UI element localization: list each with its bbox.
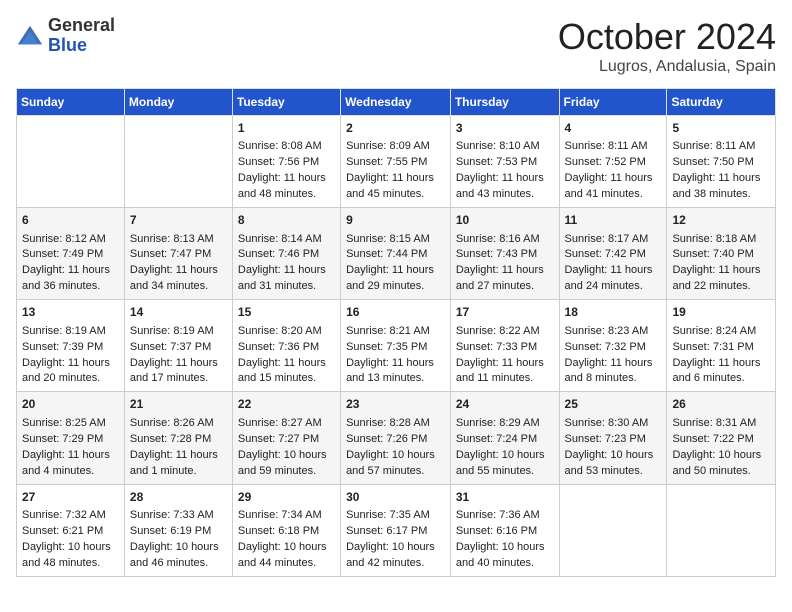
day-number: 28 (130, 489, 227, 506)
header-thursday: Thursday (450, 89, 559, 116)
header-sunday: Sunday (17, 89, 125, 116)
day-number: 21 (130, 396, 227, 413)
day-number: 11 (565, 212, 662, 229)
logo-icon (16, 22, 44, 50)
calendar-cell: 19Sunrise: 8:24 AMSunset: 7:31 PMDayligh… (667, 300, 776, 392)
calendar-cell: 6Sunrise: 8:12 AMSunset: 7:49 PMDaylight… (17, 208, 125, 300)
header-wednesday: Wednesday (341, 89, 451, 116)
day-number: 26 (672, 396, 770, 413)
calendar-cell: 10Sunrise: 8:16 AMSunset: 7:43 PMDayligh… (450, 208, 559, 300)
day-number: 19 (672, 304, 770, 321)
page-header: General Blue October 2024 Lugros, Andalu… (16, 16, 776, 76)
header-row: Sunday Monday Tuesday Wednesday Thursday… (17, 89, 776, 116)
day-number: 2 (346, 120, 445, 137)
day-number: 15 (238, 304, 335, 321)
calendar-cell: 8Sunrise: 8:14 AMSunset: 7:46 PMDaylight… (232, 208, 340, 300)
calendar-cell: 7Sunrise: 8:13 AMSunset: 7:47 PMDaylight… (124, 208, 232, 300)
day-number: 9 (346, 212, 445, 229)
title-block: October 2024 Lugros, Andalusia, Spain (558, 16, 776, 76)
calendar-cell: 1Sunrise: 8:08 AMSunset: 7:56 PMDaylight… (232, 116, 340, 208)
day-number: 3 (456, 120, 554, 137)
day-number: 6 (22, 212, 119, 229)
day-number: 4 (565, 120, 662, 137)
day-number: 18 (565, 304, 662, 321)
calendar-cell: 18Sunrise: 8:23 AMSunset: 7:32 PMDayligh… (559, 300, 667, 392)
calendar-cell: 30Sunrise: 7:35 AMSunset: 6:17 PMDayligh… (341, 484, 451, 576)
calendar-cell: 2Sunrise: 8:09 AMSunset: 7:55 PMDaylight… (341, 116, 451, 208)
day-number: 30 (346, 489, 445, 506)
calendar-cell: 5Sunrise: 8:11 AMSunset: 7:50 PMDaylight… (667, 116, 776, 208)
header-monday: Monday (124, 89, 232, 116)
day-number: 20 (22, 396, 119, 413)
calendar-cell: 13Sunrise: 8:19 AMSunset: 7:39 PMDayligh… (17, 300, 125, 392)
day-number: 25 (565, 396, 662, 413)
day-number: 1 (238, 120, 335, 137)
calendar-cell: 17Sunrise: 8:22 AMSunset: 7:33 PMDayligh… (450, 300, 559, 392)
day-number: 16 (346, 304, 445, 321)
logo-blue: Blue (48, 35, 87, 55)
calendar-cell: 26Sunrise: 8:31 AMSunset: 7:22 PMDayligh… (667, 392, 776, 484)
calendar-body: 1Sunrise: 8:08 AMSunset: 7:56 PMDaylight… (17, 116, 776, 577)
calendar-cell (17, 116, 125, 208)
calendar-cell: 31Sunrise: 7:36 AMSunset: 6:16 PMDayligh… (450, 484, 559, 576)
week-row: 20Sunrise: 8:25 AMSunset: 7:29 PMDayligh… (17, 392, 776, 484)
calendar-cell: 9Sunrise: 8:15 AMSunset: 7:44 PMDaylight… (341, 208, 451, 300)
logo: General Blue (16, 16, 115, 56)
day-number: 5 (672, 120, 770, 137)
day-number: 27 (22, 489, 119, 506)
day-number: 13 (22, 304, 119, 321)
calendar-cell (559, 484, 667, 576)
calendar-cell: 11Sunrise: 8:17 AMSunset: 7:42 PMDayligh… (559, 208, 667, 300)
calendar-cell: 22Sunrise: 8:27 AMSunset: 7:27 PMDayligh… (232, 392, 340, 484)
day-number: 29 (238, 489, 335, 506)
header-saturday: Saturday (667, 89, 776, 116)
week-row: 6Sunrise: 8:12 AMSunset: 7:49 PMDaylight… (17, 208, 776, 300)
header-friday: Friday (559, 89, 667, 116)
day-number: 14 (130, 304, 227, 321)
week-row: 27Sunrise: 7:32 AMSunset: 6:21 PMDayligh… (17, 484, 776, 576)
calendar-cell: 14Sunrise: 8:19 AMSunset: 7:37 PMDayligh… (124, 300, 232, 392)
calendar-cell: 23Sunrise: 8:28 AMSunset: 7:26 PMDayligh… (341, 392, 451, 484)
day-number: 17 (456, 304, 554, 321)
day-number: 12 (672, 212, 770, 229)
week-row: 13Sunrise: 8:19 AMSunset: 7:39 PMDayligh… (17, 300, 776, 392)
logo-text: General Blue (48, 16, 115, 56)
day-number: 8 (238, 212, 335, 229)
logo-general: General (48, 15, 115, 35)
calendar-cell: 15Sunrise: 8:20 AMSunset: 7:36 PMDayligh… (232, 300, 340, 392)
calendar-cell: 27Sunrise: 7:32 AMSunset: 6:21 PMDayligh… (17, 484, 125, 576)
day-number: 23 (346, 396, 445, 413)
calendar-header: Sunday Monday Tuesday Wednesday Thursday… (17, 89, 776, 116)
location: Lugros, Andalusia, Spain (558, 58, 776, 76)
calendar-cell: 29Sunrise: 7:34 AMSunset: 6:18 PMDayligh… (232, 484, 340, 576)
calendar-cell: 28Sunrise: 7:33 AMSunset: 6:19 PMDayligh… (124, 484, 232, 576)
calendar-cell: 3Sunrise: 8:10 AMSunset: 7:53 PMDaylight… (450, 116, 559, 208)
calendar-cell (667, 484, 776, 576)
day-number: 24 (456, 396, 554, 413)
month-title: October 2024 (558, 16, 776, 58)
calendar-cell: 4Sunrise: 8:11 AMSunset: 7:52 PMDaylight… (559, 116, 667, 208)
day-number: 22 (238, 396, 335, 413)
calendar-cell: 21Sunrise: 8:26 AMSunset: 7:28 PMDayligh… (124, 392, 232, 484)
calendar-cell: 12Sunrise: 8:18 AMSunset: 7:40 PMDayligh… (667, 208, 776, 300)
calendar-cell: 24Sunrise: 8:29 AMSunset: 7:24 PMDayligh… (450, 392, 559, 484)
calendar-cell: 25Sunrise: 8:30 AMSunset: 7:23 PMDayligh… (559, 392, 667, 484)
day-number: 10 (456, 212, 554, 229)
calendar-cell: 16Sunrise: 8:21 AMSunset: 7:35 PMDayligh… (341, 300, 451, 392)
week-row: 1Sunrise: 8:08 AMSunset: 7:56 PMDaylight… (17, 116, 776, 208)
header-tuesday: Tuesday (232, 89, 340, 116)
calendar-table: Sunday Monday Tuesday Wednesday Thursday… (16, 88, 776, 577)
calendar-cell: 20Sunrise: 8:25 AMSunset: 7:29 PMDayligh… (17, 392, 125, 484)
day-number: 31 (456, 489, 554, 506)
day-number: 7 (130, 212, 227, 229)
calendar-cell (124, 116, 232, 208)
